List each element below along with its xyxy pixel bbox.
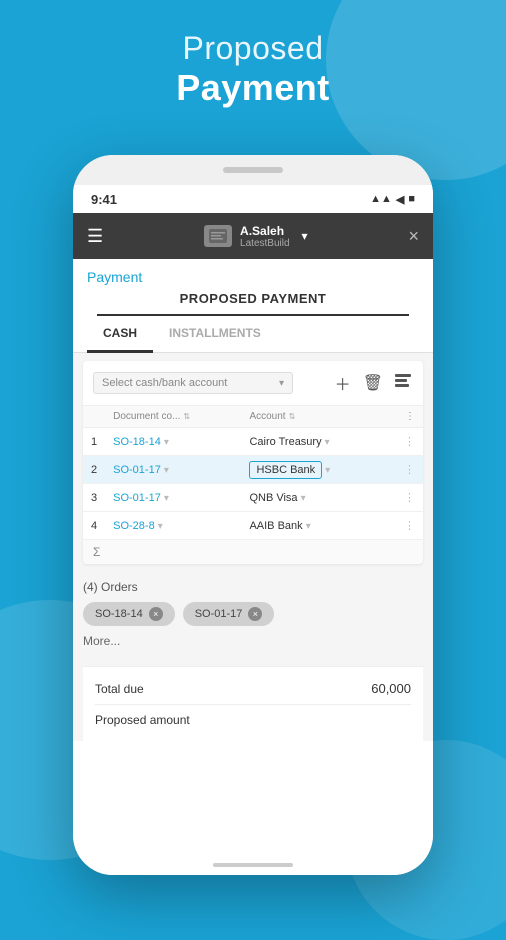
table-section: Select cash/bank account ▾ ＋ 🗑 [83,361,423,564]
page-title-line2: Payment [0,67,506,109]
tab-installments[interactable]: INSTALLMENTS [153,316,277,353]
time-display: 9:41 [91,192,117,207]
table-header-row: Document co... ⇅ Account ⇅ ⋮ [83,406,423,428]
th-account[interactable]: Account ⇅ [241,406,383,428]
row-num-1: 1 [83,428,105,456]
orders-chips: SO-18-14 × SO-01-17 × [83,598,423,630]
proposed-amount-row: Proposed amount [95,709,411,731]
select-arrow-icon: ▾ [279,378,284,389]
th-document[interactable]: Document co... ⇅ [105,406,241,428]
total-due-row: Total due 60,000 [95,677,411,700]
nav-bar: ☰ A.Saleh LatestBuild ▾ × [73,213,433,259]
account-cell-2[interactable]: HSBC Bank ▾ [241,456,383,484]
doc-cell-1[interactable]: SO-18-14 ▾ [105,428,241,456]
row-expand-1: ▾ [164,437,169,448]
order-chip-remove-2[interactable]: × [248,607,262,621]
nav-user-info: A.Saleh LatestBuild [240,224,289,249]
phone-speaker [223,167,283,173]
sort-icon-doc: ⇅ [183,412,190,421]
phone-frame: 9:41 ▲▲ ◀ ■ ☰ A.Saleh [73,155,433,875]
doc-cell-2[interactable]: SO-01-17 ▾ [105,456,241,484]
home-indicator [213,863,293,867]
proposed-payment-title: PROPOSED PAYMENT [97,285,409,316]
account-arrow-4: ▾ [306,521,311,532]
account-cell-3[interactable]: QNB Visa ▾ [241,484,383,512]
sort-icon-account: ⇅ [289,412,296,421]
toolbar-icons: ＋ 🗑 [333,369,413,397]
row-expand-3: ▾ [164,493,169,504]
orders-section: (4) Orders SO-18-14 × SO-01-17 × More... [73,572,433,658]
order-chip-1: SO-18-14 × [83,602,175,626]
table-toolbar: Select cash/bank account ▾ ＋ 🗑 [83,361,423,405]
doc-cell-4[interactable]: SO-28-8 ▾ [105,512,241,540]
nav-user-sub: LatestBuild [240,238,289,249]
signal-icon: ▲▲ [370,193,392,205]
receipt-icon [209,229,227,243]
status-icons: ▲▲ ◀ ■ [370,193,415,206]
page-title-line1: Proposed [0,30,506,67]
account-arrow-1: ▾ [325,437,330,448]
select-label: Select cash/bank account [102,377,227,389]
nav-close-button[interactable]: × [408,226,419,247]
order-chip-label-2: SO-01-17 [195,608,243,620]
tab-cash[interactable]: CASH [87,316,153,353]
payment-breadcrumb: Payment [87,269,419,285]
add-row-button[interactable]: ＋ [333,369,353,397]
account-arrow-3: ▾ [301,493,306,504]
battery-icon: ■ [408,193,415,205]
content-area: Payment PROPOSED PAYMENT CASH INSTALLMEN… [73,259,433,741]
total-divider [95,704,411,705]
order-chip-label-1: SO-18-14 [95,608,143,620]
total-due-label: Total due [95,682,144,696]
hamburger-menu-button[interactable]: ☰ [87,226,103,247]
status-bar: 9:41 ▲▲ ◀ ■ [73,185,433,213]
more-cell-3[interactable]: ⋮ [383,484,423,512]
row-expand-4: ▾ [158,521,163,532]
delete-row-button[interactable]: 🗑 [361,371,385,395]
nav-dropdown-arrow[interactable]: ▾ [302,229,308,243]
table-row: 3 SO-01-17 ▾ QNB Visa ▾ ⋮ [83,484,423,512]
nav-user-name: A.Saleh [240,224,284,238]
phone-screen: 9:41 ▲▲ ◀ ■ ☰ A.Saleh [73,185,433,875]
order-chip-2: SO-01-17 × [183,602,275,626]
nav-app-icon [204,225,232,247]
nav-center: A.Saleh LatestBuild ▾ [204,224,308,249]
data-table: Document co... ⇅ Account ⇅ ⋮ [83,405,423,540]
doc-cell-3[interactable]: SO-01-17 ▾ [105,484,241,512]
th-more[interactable]: ⋮ [383,406,423,428]
proposed-amount-label: Proposed amount [95,713,190,727]
total-due-value: 60,000 [371,681,411,696]
tabs-bar: CASH INSTALLMENTS [73,316,433,353]
total-section: Total due 60,000 Proposed amount [83,666,423,741]
row-expand-2: ▾ [164,465,169,476]
more-cell-4[interactable]: ⋮ [383,512,423,540]
table-row: 1 SO-18-14 ▾ Cairo Treasury ▾ ⋮ [83,428,423,456]
row-num-4: 4 [83,512,105,540]
wifi-icon: ◀ [396,193,404,206]
cash-account-select[interactable]: Select cash/bank account ▾ [93,372,293,394]
account-arrow-2: ▾ [325,465,330,476]
order-chip-remove-1[interactable]: × [149,607,163,621]
row-num-2: 2 [83,456,105,484]
phone-top-bar [73,155,433,185]
account-cell-1[interactable]: Cairo Treasury ▾ [241,428,383,456]
page-title-area: Proposed Payment [0,30,506,109]
columns-settings-button[interactable] [393,372,413,395]
row-num-3: 3 [83,484,105,512]
hsbc-badge: HSBC Bank [249,461,322,479]
table-row: 2 SO-01-17 ▾ HSBC Bank ▾ ⋮ [83,456,423,484]
orders-count-label: (4) Orders [83,576,423,598]
more-cell-2[interactable]: ⋮ [383,456,423,484]
th-row-num [83,406,105,428]
payment-header: Payment PROPOSED PAYMENT [73,259,433,316]
account-cell-4[interactable]: AAIB Bank ▾ [241,512,383,540]
table-row: 4 SO-28-8 ▾ AAIB Bank ▾ ⋮ [83,512,423,540]
sigma-row: Σ [83,540,423,564]
columns-icon [395,374,411,388]
more-orders-link[interactable]: More... [83,630,423,654]
more-cell-1[interactable]: ⋮ [383,428,423,456]
